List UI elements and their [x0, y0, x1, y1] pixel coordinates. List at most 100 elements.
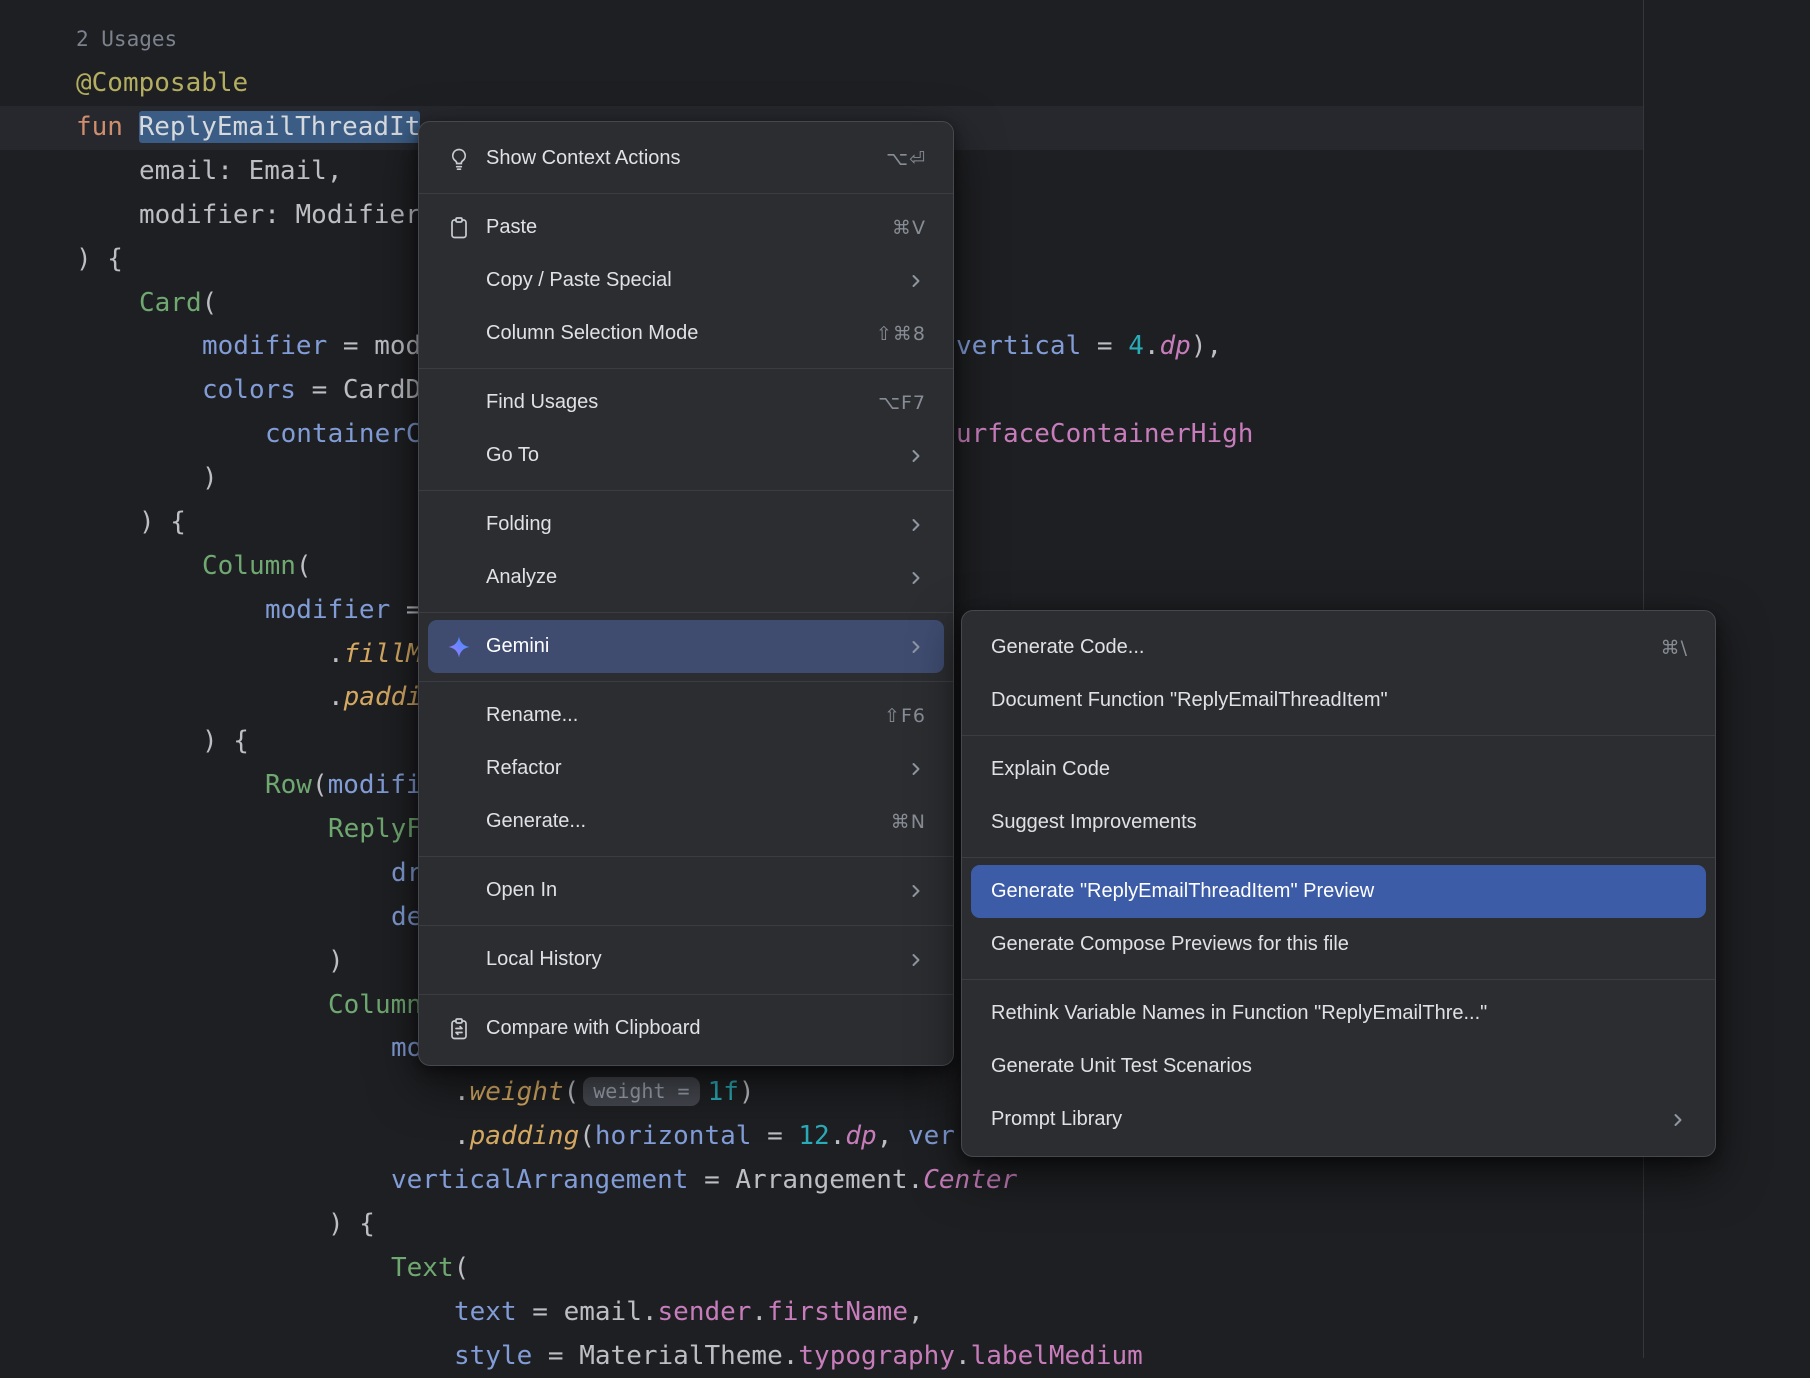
usages-inlay-hint: 2 Usages — [76, 18, 177, 62]
icon-slot — [446, 809, 472, 835]
code-token: fillM — [344, 639, 422, 669]
menu-item-open-in[interactable]: Open In — [428, 864, 944, 917]
menu-separator — [962, 979, 1715, 980]
icon-slot — [446, 756, 472, 782]
code-token: . — [783, 1341, 799, 1371]
context-menu: Show Context Actions⌥⏎ Paste⌘V Copy / Past… — [418, 121, 954, 1066]
menu-item-show-context-actions[interactable]: Show Context Actions⌥⏎ — [428, 132, 944, 185]
menu-item-label: Document Function "ReplyEmailThreadItem" — [991, 689, 1688, 712]
code-token: Center — [923, 1165, 1017, 1195]
menu-item-copy-paste-special[interactable]: Copy / Paste Special — [428, 254, 944, 307]
code-line: style = MaterialTheme.typography.labelMe… — [454, 1335, 1143, 1378]
code-token: modifi — [328, 770, 422, 800]
code-line: vertical = 4.dp), — [956, 325, 1222, 369]
code-token: ver — [908, 1121, 955, 1151]
icon-slot — [446, 512, 472, 538]
code-token: ) — [739, 1077, 755, 1107]
menu-item-label: Open In — [486, 879, 872, 902]
lightbulb-icon — [446, 146, 472, 172]
menu-separator — [962, 857, 1715, 858]
code-line: ) { — [328, 1203, 375, 1247]
menu-item-document-function[interactable]: Document Function "ReplyEmailThreadItem" — [971, 674, 1706, 727]
code-line: Card( — [139, 282, 217, 326]
code-token: ) { — [139, 507, 186, 537]
menu-separator — [419, 612, 953, 613]
code-token: = — [327, 331, 374, 361]
menu-item-label: Paste — [486, 216, 858, 239]
code-token: . — [328, 682, 344, 712]
menu-separator — [962, 735, 1715, 736]
code-line: Row(modifi — [265, 764, 422, 808]
code-token: 1f — [708, 1077, 739, 1107]
code-token: modifier: Modifier — [139, 200, 421, 230]
menu-shortcut: ⌘N — [891, 811, 926, 833]
code-token: = — [390, 595, 421, 625]
icon-slot — [446, 878, 472, 904]
code-token: dp — [845, 1121, 876, 1151]
menu-item-generate[interactable]: Generate...⌘N — [428, 795, 944, 848]
code-token: . — [328, 639, 344, 669]
menu-item-rethink-variable-names[interactable]: Rethink Variable Names in Function "Repl… — [971, 987, 1706, 1040]
code-line: .padding(horizontal = 12.dp, ver — [454, 1115, 955, 1159]
code-token: . — [454, 1121, 470, 1151]
code-token: 12 — [798, 1121, 829, 1151]
menu-item-label: Prompt Library — [991, 1108, 1634, 1131]
menu-item-generate-unit-test-scenarios[interactable]: Generate Unit Test Scenarios — [971, 1040, 1706, 1093]
menu-item-label: Generate "ReplyEmailThreadItem" Preview — [991, 880, 1688, 903]
menu-separator — [419, 925, 953, 926]
menu-item-go-to[interactable]: Go To — [428, 429, 944, 482]
menu-shortcut: ⌥F7 — [878, 392, 926, 414]
icon-slot — [446, 947, 472, 973]
menu-item-local-history[interactable]: Local History — [428, 933, 944, 986]
code-line: Column( — [202, 545, 312, 589]
menu-item-find-usages[interactable]: Find Usages⌥F7 — [428, 376, 944, 429]
menu-item-analyze[interactable]: Analyze — [428, 551, 944, 604]
menu-item-label: Generate Unit Test Scenarios — [991, 1055, 1688, 1078]
chevron-right-icon — [906, 950, 926, 970]
menu-item-column-selection-mode[interactable]: Column Selection Mode⇧⌘8 — [428, 307, 944, 360]
menu-item-folding[interactable]: Folding — [428, 498, 944, 551]
code-line: urfaceContainerHigh — [956, 413, 1253, 457]
menu-item-refactor[interactable]: Refactor — [428, 742, 944, 795]
menu-item-suggest-improvements[interactable]: Suggest Improvements — [971, 796, 1706, 849]
menu-item-label: Show Context Actions — [486, 147, 852, 170]
code-token: = — [688, 1165, 735, 1195]
menu-item-label: Analyze — [486, 566, 872, 589]
menu-item-rename[interactable]: Rename...⇧F6 — [428, 689, 944, 742]
chevron-right-icon — [1668, 1110, 1688, 1130]
menu-item-gemini[interactable]: Gemini — [428, 620, 944, 673]
code-token: typography — [798, 1341, 955, 1371]
code-token: ( — [202, 288, 218, 318]
code-token: ) — [328, 946, 344, 976]
menu-item-explain-code[interactable]: Explain Code — [971, 743, 1706, 796]
code-token: ) { — [328, 1209, 375, 1239]
menu-item-label: Copy / Paste Special — [486, 269, 872, 292]
code-line: colors = CardD — [202, 369, 421, 413]
menu-item-prompt-library[interactable]: Prompt Library — [971, 1093, 1706, 1146]
code-token: , — [877, 1121, 908, 1151]
code-line: modifier = — [265, 589, 422, 633]
menu-item-generate-preview[interactable]: Generate "ReplyEmailThreadItem" Preview — [971, 865, 1706, 918]
menu-item-paste[interactable]: Paste⌘V — [428, 201, 944, 254]
code-token: CardD — [343, 375, 421, 405]
menu-item-label: Rename... — [486, 704, 850, 727]
menu-item-label: Suggest Improvements — [991, 811, 1688, 834]
code-token: Arrangement — [735, 1165, 907, 1195]
code-token: ( — [564, 1077, 580, 1107]
menu-item-generate-code[interactable]: Generate Code...⌘\ — [971, 621, 1706, 674]
code-token: firstName — [767, 1297, 908, 1327]
code-token: weight — [470, 1077, 564, 1107]
menu-item-label: Rethink Variable Names in Function "Repl… — [991, 1002, 1688, 1025]
code-token: . — [908, 1165, 924, 1195]
code-line: ) { — [202, 720, 249, 764]
code-token: urfaceContainerHigh — [956, 419, 1253, 449]
code-token: . — [642, 1297, 658, 1327]
code-token: ( — [312, 770, 328, 800]
code-line: .paddi — [328, 676, 422, 720]
code-token: Column — [202, 551, 296, 581]
icon-slot — [446, 390, 472, 416]
menu-item-compare-with-clipboard[interactable]: Compare with Clipboard — [428, 1002, 944, 1055]
code-line: .weight(weight =1f) — [454, 1071, 755, 1115]
code-line: ReplyF — [328, 808, 422, 852]
menu-item-generate-compose-previews[interactable]: Generate Compose Previews for this file — [971, 918, 1706, 971]
